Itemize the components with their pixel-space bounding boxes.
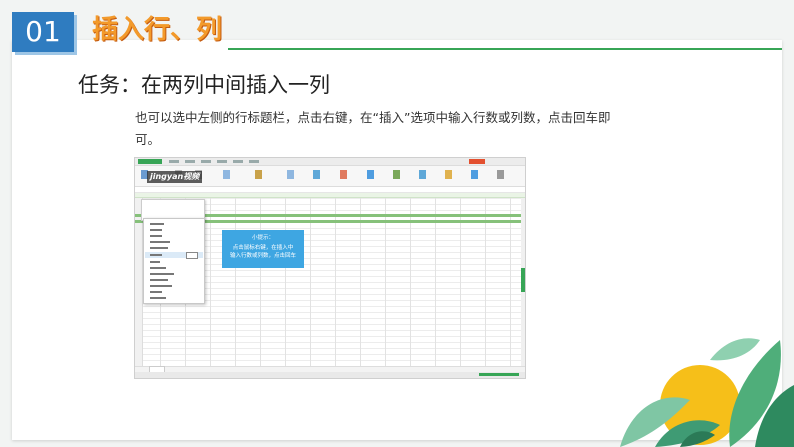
menu-item: [150, 291, 162, 293]
menu-tab: [249, 160, 259, 163]
style-icon: [340, 170, 347, 179]
zoom-slider: [479, 373, 519, 376]
scrollbar-thumb: [521, 268, 525, 292]
tip-callout: 小提示： 点击鼠标右键，在插入中 输入行数或列数，点击回车: [222, 230, 304, 268]
app-titlebar: [135, 158, 525, 166]
align-icon: [223, 170, 230, 179]
task-heading: 任务：在两列中间插入一列: [78, 73, 330, 97]
leaf-icon: [710, 338, 760, 361]
spreadsheet-screenshot: jingyan视频 小提示： 点击鼠标右键，在插入中 输入行数或列数，点击回车: [134, 157, 526, 379]
menu-item: [150, 297, 166, 299]
app-logo-tab: [138, 159, 162, 164]
section-number-badge: 01: [12, 12, 74, 52]
menu-tab: [169, 160, 179, 163]
slide-title: 插入行、列: [92, 15, 223, 45]
menu-tab: [233, 160, 243, 163]
title-divider: [228, 48, 782, 50]
sort-icon: [419, 170, 426, 179]
menu-item: [150, 223, 164, 225]
tip-line-2: 输入行数或列数，点击回车: [229, 253, 296, 259]
format-icon: [313, 170, 320, 179]
status-bar: [135, 372, 525, 378]
tip-line-1: 点击鼠标右键，在插入中: [232, 245, 294, 251]
context-menu: [143, 218, 205, 304]
sum-icon: [367, 170, 374, 179]
insert-count-input: [186, 252, 198, 259]
menu-item-insert: [150, 254, 162, 256]
menu-item: [150, 273, 174, 275]
menu-item: [150, 267, 166, 269]
menu-tab: [185, 160, 195, 163]
menu-item: [150, 261, 160, 263]
row-header-bar: [135, 198, 143, 366]
task-description: 也可以选中左侧的行标题栏，点击右键，在“插入”选项中输入行数或列数，点击回车即可…: [135, 110, 611, 147]
menu-tab: [201, 160, 211, 163]
tip-title: 小提示：: [251, 235, 274, 241]
menu-item: [150, 229, 162, 231]
menu-tab: [217, 160, 227, 163]
leaf-sun-icon: [620, 338, 794, 447]
menu-item: [150, 247, 168, 249]
login-button: [469, 159, 485, 164]
menu-item: [150, 235, 162, 237]
find-icon: [497, 170, 504, 179]
video-watermark: jingyan视频: [147, 171, 203, 183]
menu-item: [150, 241, 170, 243]
merge-icon: [255, 170, 262, 179]
wrap-icon: [287, 170, 294, 179]
menu-item: [150, 285, 172, 287]
filter-icon: [393, 170, 400, 179]
fill-icon: [445, 170, 452, 179]
rowcol-icon: [471, 170, 478, 179]
menu-item: [150, 279, 168, 281]
